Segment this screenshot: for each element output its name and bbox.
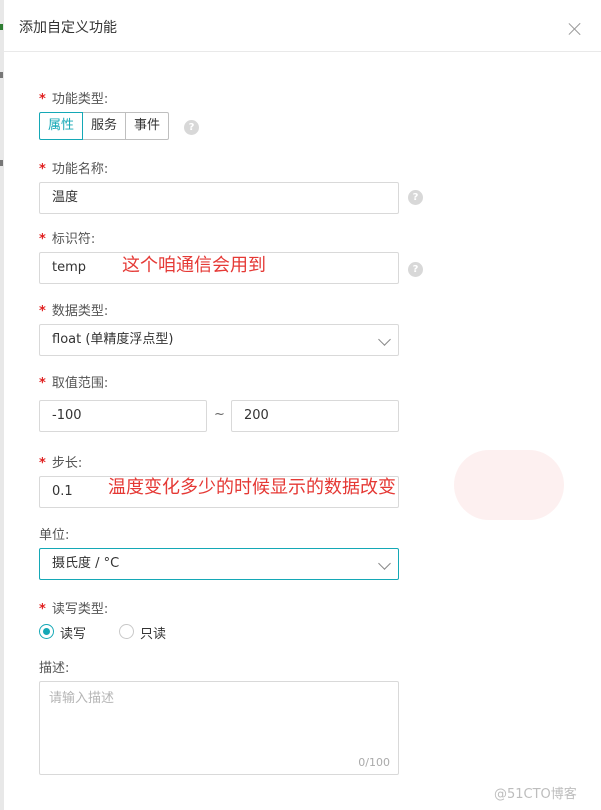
add-custom-function-dialog: 添加自定义功能 * 功能类型: 属性 服务 事件 ? * 功能名称: 温度 ? * 标…	[4, 0, 601, 810]
required-marker: *	[39, 232, 46, 247]
data-type-label-text: 数据类型:	[51, 304, 109, 319]
required-marker: *	[39, 92, 46, 107]
watermark: @51CTO博客	[494, 787, 577, 802]
function-type-label-text: 功能类型:	[51, 92, 109, 107]
step-annotation: 温度变化多少的时候显示的数据改变	[108, 477, 396, 498]
function-name-input[interactable]: 温度	[39, 182, 399, 214]
range-max-input[interactable]: 200	[231, 400, 399, 432]
required-marker: *	[39, 162, 46, 177]
rw-read-only-radio[interactable]	[119, 624, 134, 639]
help-icon[interactable]: ?	[408, 190, 423, 205]
rw-type-label-text: 读写类型:	[51, 602, 109, 617]
description-textarea[interactable]: 请输入描述 0/100	[39, 681, 399, 775]
required-marker: *	[39, 602, 46, 617]
step-label: * 步长:	[39, 452, 82, 471]
rw-read-write-radio[interactable]	[39, 624, 54, 639]
backdrop-mark	[0, 72, 3, 78]
required-marker: *	[39, 376, 46, 391]
function-type-property-button[interactable]: 属性	[39, 112, 84, 140]
dialog-header: 添加自定义功能	[4, 0, 601, 52]
identifier-annotation: 这个咱通信会用到	[122, 255, 266, 276]
help-icon[interactable]: ?	[408, 262, 423, 277]
chevron-down-icon	[378, 557, 391, 570]
data-type-value: float (单精度浮点型)	[52, 332, 174, 347]
description-placeholder: 请输入描述	[49, 691, 115, 706]
function-type-event-button[interactable]: 事件	[125, 112, 170, 140]
description-counter: 0/100	[358, 756, 390, 769]
required-marker: *	[39, 456, 46, 471]
function-type-service-button[interactable]: 服务	[82, 112, 127, 140]
backdrop-mark	[0, 24, 3, 30]
rw-read-only-label[interactable]: 只读	[140, 623, 166, 642]
required-marker: *	[39, 304, 46, 319]
step-label-text: 步长:	[51, 456, 83, 471]
unit-value: 摄氏度 / °C	[52, 556, 120, 571]
dialog-title: 添加自定义功能	[19, 20, 117, 36]
blur-overlay	[454, 450, 564, 520]
function-name-label: * 功能名称:	[39, 158, 108, 177]
data-type-select[interactable]: float (单精度浮点型)	[39, 324, 399, 356]
data-type-label: * 数据类型:	[39, 300, 108, 319]
function-type-segmented: 属性 服务 事件	[39, 112, 170, 140]
description-label: 描述:	[39, 661, 70, 676]
chevron-down-icon	[378, 333, 391, 346]
help-icon[interactable]: ?	[184, 120, 199, 135]
range-min-input[interactable]: -100	[39, 400, 207, 432]
identifier-label-text: 标识符:	[51, 232, 96, 247]
unit-label: 单位:	[39, 528, 70, 543]
function-name-label-text: 功能名称:	[51, 162, 109, 177]
function-type-label: * 功能类型:	[39, 88, 108, 107]
rw-read-write-label[interactable]: 读写	[60, 623, 86, 642]
unit-select[interactable]: 摄氏度 / °C	[39, 548, 399, 580]
value-range-label-text: 取值范围:	[51, 376, 109, 391]
range-separator: ~	[214, 407, 225, 422]
value-range-label: * 取值范围:	[39, 372, 108, 391]
backdrop-mark	[0, 160, 3, 166]
close-icon[interactable]	[568, 22, 582, 36]
identifier-label: * 标识符:	[39, 228, 95, 247]
rw-type-label: * 读写类型:	[39, 598, 108, 617]
